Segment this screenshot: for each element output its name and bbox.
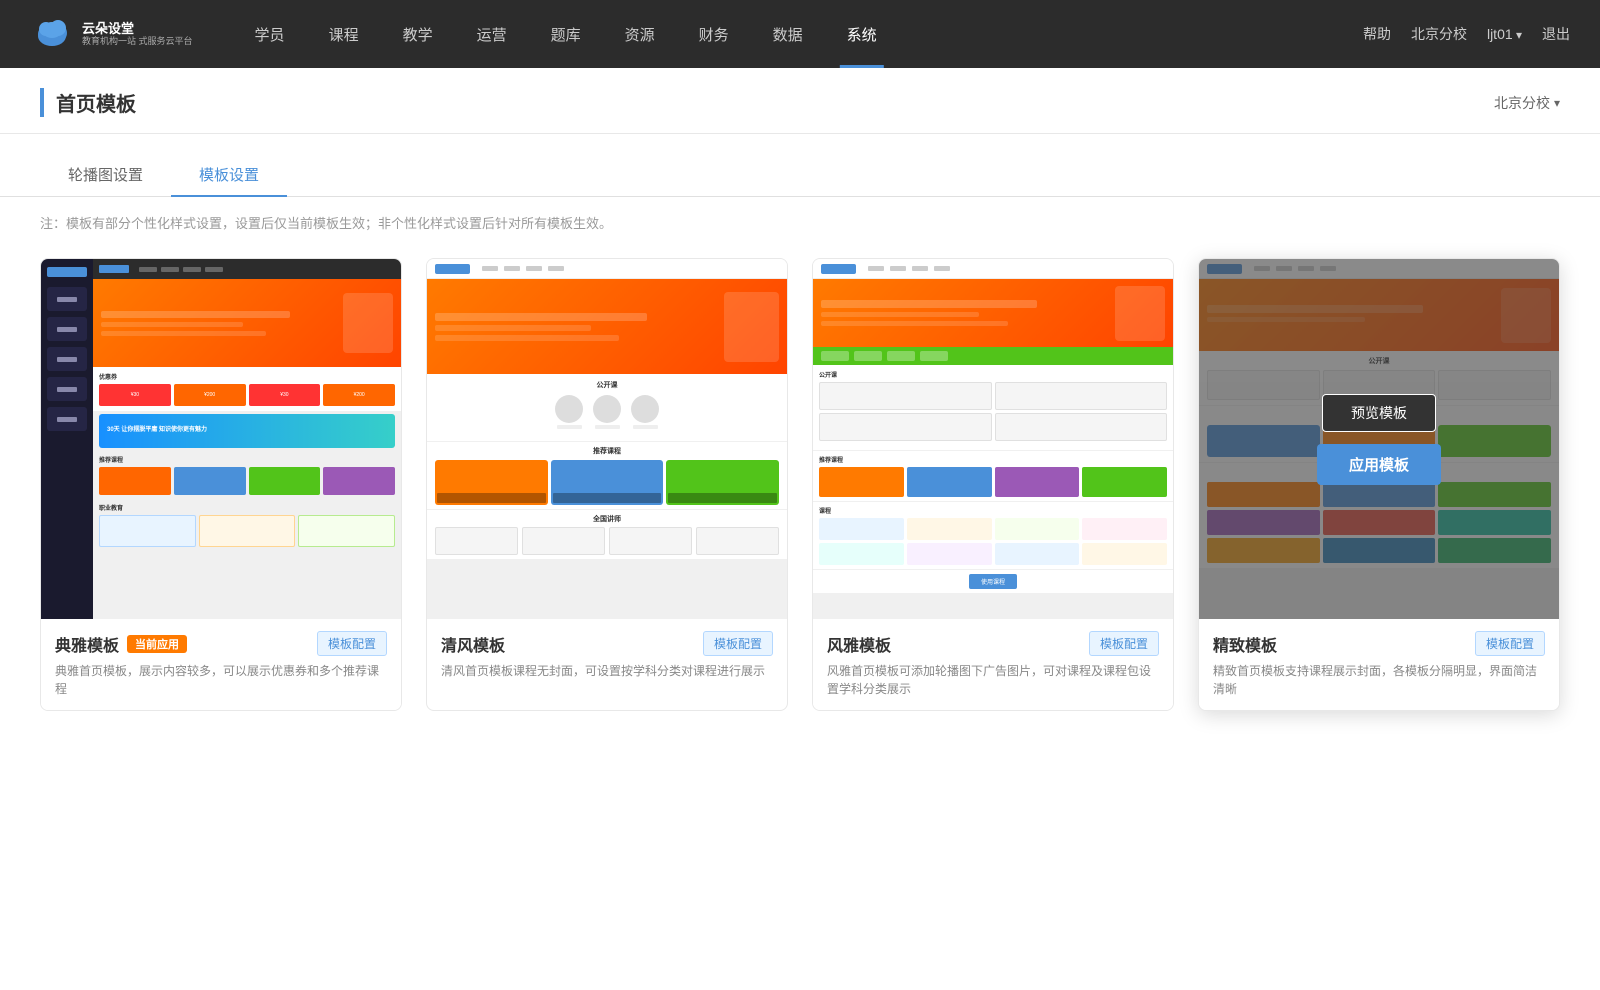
- template-name-jingzhi: 精致模板: [1213, 632, 1277, 656]
- nav-right: 帮助 北京分校 ljt01 退出: [1363, 24, 1570, 44]
- nav-item-finance[interactable]: 财务: [677, 0, 751, 68]
- nav-menu: 学员 课程 教学 运营 题库 资源 财务 数据 系统: [233, 0, 1363, 68]
- template-name-qingfeng: 清风模板: [441, 632, 505, 656]
- config-button-fengya[interactable]: 模板配置: [1089, 631, 1159, 656]
- preview-template-button[interactable]: 预览模板: [1322, 394, 1436, 432]
- template-info-dianye: 典雅模板 当前应用 模板配置 典雅首页模板，展示内容较多，可以展示优惠券和多个推…: [41, 619, 401, 710]
- template-name-row-qingfeng: 清风模板 模板配置: [441, 631, 773, 656]
- logo[interactable]: 云朵设堂 教育机构一站 式服务云平台: [30, 12, 193, 56]
- page-title: 首页模板: [40, 88, 136, 117]
- logout-button[interactable]: 退出: [1542, 24, 1570, 44]
- nav-item-teaching[interactable]: 教学: [381, 0, 455, 68]
- config-button-qingfeng[interactable]: 模板配置: [703, 631, 773, 656]
- nav-item-system[interactable]: 系统: [825, 0, 899, 68]
- note-text: 注：模板有部分个性化样式设置，设置后仅当前模板生效；非个性化样式设置后针对所有模…: [0, 197, 1600, 248]
- template-desc-jingzhi: 精致首页模板支持课程展示封面，各模板分隔明显，界面简洁清晰: [1213, 662, 1545, 698]
- template-desc-dianye: 典雅首页模板，展示内容较多，可以展示优惠券和多个推荐课程: [55, 662, 387, 698]
- nav-item-courses[interactable]: 课程: [307, 0, 381, 68]
- help-link[interactable]: 帮助: [1363, 24, 1391, 44]
- apply-template-button[interactable]: 应用模板: [1317, 444, 1441, 485]
- template-info-fengya: 风雅模板 模板配置 风雅首页模板可添加轮播图下广告图片，可对课程及课程包设置学科…: [813, 619, 1173, 710]
- nav-item-questions[interactable]: 题库: [529, 0, 603, 68]
- template-name-dianye: 典雅模板 当前应用: [55, 632, 187, 656]
- template-info-jingzhi: 精致模板 模板配置 精致首页模板支持课程展示封面，各模板分隔明显，界面简洁清晰: [1199, 619, 1559, 710]
- template-desc-fengya: 风雅首页模板可添加轮播图下广告图片，可对课程及课程包设置学科分类展示: [827, 662, 1159, 698]
- template-preview-jingzhi: 公开课 推荐课程: [1199, 259, 1559, 619]
- template-desc-qingfeng: 清风首页模板课程无封面，可设置按学科分类对课程进行展示: [441, 662, 773, 680]
- templates-grid: 优惠券 ¥30 ¥200 ¥30 ¥200 30天 让你摆脱平庸 知识: [0, 248, 1600, 751]
- nav-item-students[interactable]: 学员: [233, 0, 307, 68]
- template-preview-dianye: 优惠券 ¥30 ¥200 ¥30 ¥200 30天 让你摆脱平庸 知识: [41, 259, 401, 619]
- mockup-qingfeng: 公开课: [427, 259, 787, 619]
- config-button-jingzhi[interactable]: 模板配置: [1475, 631, 1545, 656]
- template-name-fengya: 风雅模板: [827, 632, 891, 656]
- tab-carousel[interactable]: 轮播图设置: [40, 154, 171, 197]
- top-navigation: 云朵设堂 教育机构一站 式服务云平台 学员 课程 教学 运营 题库 资源 财务 …: [0, 0, 1600, 68]
- nav-item-resources[interactable]: 资源: [603, 0, 677, 68]
- nav-item-operations[interactable]: 运营: [455, 0, 529, 68]
- logo-text: 云朵设堂 教育机构一站 式服务云平台: [82, 21, 193, 47]
- mockup-fengya: 公开课 推荐课程: [813, 259, 1173, 619]
- template-card-fengya: 公开课 推荐课程: [812, 258, 1174, 711]
- nav-item-data[interactable]: 数据: [751, 0, 825, 68]
- template-name-row-jingzhi: 精致模板 模板配置: [1213, 631, 1545, 656]
- template-name-row-fengya: 风雅模板 模板配置: [827, 631, 1159, 656]
- branch-selector[interactable]: 北京分校: [1411, 24, 1467, 44]
- template-card-dianye: 优惠券 ¥30 ¥200 ¥30 ¥200 30天 让你摆脱平庸 知识: [40, 258, 402, 711]
- template-card-jingzhi: 公开课 推荐课程: [1198, 258, 1560, 711]
- hover-overlay-jingzhi: 预览模板 应用模板: [1199, 259, 1559, 619]
- template-card-qingfeng: 公开课: [426, 258, 788, 711]
- mockup-dianye: 优惠券 ¥30 ¥200 ¥30 ¥200 30天 让你摆脱平庸 知识: [41, 259, 401, 619]
- config-button-dianye[interactable]: 模板配置: [317, 631, 387, 656]
- template-preview-qingfeng: 公开课: [427, 259, 787, 619]
- page-header: 首页模板 北京分校: [0, 68, 1600, 134]
- logo-icon: [30, 12, 74, 56]
- page-content: 首页模板 北京分校 轮播图设置 模板设置 注：模板有部分个性化样式设置，设置后仅…: [0, 68, 1600, 990]
- current-badge-dianye: 当前应用: [127, 635, 187, 653]
- template-info-qingfeng: 清风模板 模板配置 清风首页模板课程无封面，可设置按学科分类对课程进行展示: [427, 619, 787, 692]
- tab-template[interactable]: 模板设置: [171, 154, 287, 197]
- template-name-row-dianye: 典雅模板 当前应用 模板配置: [55, 631, 387, 656]
- template-preview-fengya: 公开课 推荐课程: [813, 259, 1173, 619]
- branch-location[interactable]: 北京分校: [1494, 93, 1560, 113]
- tabs-container: 轮播图设置 模板设置: [0, 134, 1600, 197]
- user-menu[interactable]: ljt01: [1487, 26, 1522, 42]
